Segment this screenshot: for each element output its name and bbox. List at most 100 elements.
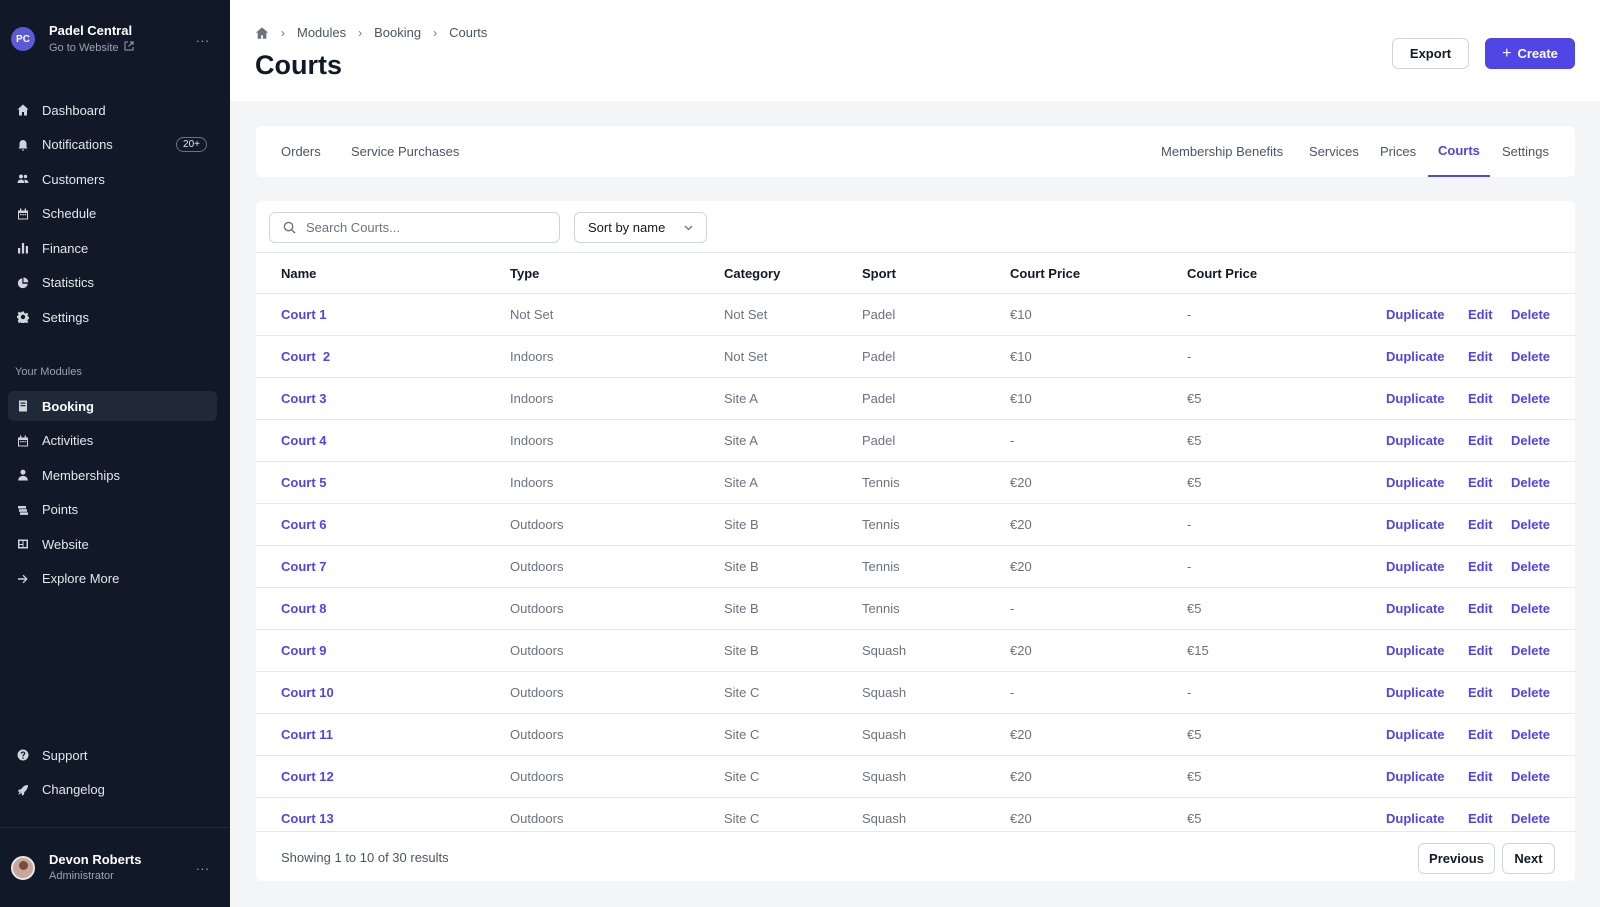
court-name-link[interactable]: Court 6 (281, 517, 327, 532)
edit-button[interactable]: Edit (1468, 685, 1493, 700)
edit-button[interactable]: Edit (1468, 475, 1493, 490)
tab-prices[interactable]: Prices (1380, 126, 1416, 177)
go-to-website-link[interactable]: Go to Website (49, 41, 134, 54)
delete-button[interactable]: Delete (1511, 349, 1550, 364)
delete-button[interactable]: Delete (1511, 391, 1550, 406)
delete-button[interactable]: Delete (1511, 307, 1550, 322)
court-name-link[interactable]: Court 3 (281, 391, 327, 406)
duplicate-button[interactable]: Duplicate (1386, 349, 1445, 364)
delete-button[interactable]: Delete (1511, 727, 1550, 742)
user-profile[interactable]: Devon Roberts Administrator ... (0, 827, 230, 907)
edit-button[interactable]: Edit (1468, 811, 1493, 826)
delete-button[interactable]: Delete (1511, 769, 1550, 784)
court-name-link[interactable]: Court 10 (281, 685, 334, 700)
court-name-link[interactable]: Court 9 (281, 643, 327, 658)
court-name-link[interactable]: Court 12 (281, 769, 334, 784)
export-button[interactable]: Export (1392, 38, 1469, 69)
tab-orders[interactable]: Orders (281, 126, 321, 177)
sidebar-item-points[interactable]: Points (8, 495, 217, 525)
tab-membership-benefits[interactable]: Membership Benefits (1161, 126, 1283, 177)
court-name-link[interactable]: Court 5 (281, 475, 327, 490)
tab-settings[interactable]: Settings (1502, 126, 1549, 177)
duplicate-button[interactable]: Duplicate (1386, 727, 1445, 742)
court-name-link[interactable]: Court 7 (281, 559, 327, 574)
duplicate-button[interactable]: Duplicate (1386, 559, 1445, 574)
court-name-link[interactable]: Court 2 (281, 349, 330, 364)
next-button[interactable]: Next (1502, 843, 1555, 874)
sort-select[interactable]: Sort by name (574, 212, 707, 243)
sidebar-item-memberships[interactable]: Memberships (8, 460, 217, 490)
breadcrumb-courts[interactable]: Courts (449, 25, 487, 40)
delete-button[interactable]: Delete (1511, 601, 1550, 616)
column-header-type[interactable]: Type (510, 266, 539, 281)
duplicate-button[interactable]: Duplicate (1386, 517, 1445, 532)
edit-button[interactable]: Edit (1468, 727, 1493, 742)
go-to-website-label: Go to Website (49, 41, 119, 54)
sidebar-item-finance[interactable]: Finance (8, 233, 217, 263)
edit-button[interactable]: Edit (1468, 307, 1493, 322)
column-header-court-price-2[interactable]: Court Price (1187, 266, 1257, 281)
court-name-link[interactable]: Court 13 (281, 811, 334, 826)
court-name-link[interactable]: Court 1 (281, 307, 327, 322)
duplicate-button[interactable]: Duplicate (1386, 433, 1445, 448)
duplicate-button[interactable]: Duplicate (1386, 307, 1445, 322)
user-menu-button[interactable]: ... (196, 858, 210, 873)
edit-button[interactable]: Edit (1468, 601, 1493, 616)
column-header-sport[interactable]: Sport (862, 266, 896, 281)
breadcrumb-modules[interactable]: Modules (297, 25, 346, 40)
column-header-category[interactable]: Category (724, 266, 780, 281)
breadcrumb-booking[interactable]: Booking (374, 25, 421, 40)
court-name-link[interactable]: Court 8 (281, 601, 327, 616)
duplicate-button[interactable]: Duplicate (1386, 643, 1445, 658)
duplicate-button[interactable]: Duplicate (1386, 601, 1445, 616)
tab-services[interactable]: Services (1309, 126, 1359, 177)
org-switcher[interactable]: PC Padel Central Go to Website ... (0, 0, 230, 78)
sidebar-item-changelog[interactable]: Changelog (8, 775, 217, 805)
sidebar-item-website[interactable]: Website (8, 529, 217, 559)
sidebar-item-support[interactable]: Support (8, 740, 217, 770)
court-name-link[interactable]: Court 11 (281, 727, 333, 742)
org-menu-button[interactable]: ... (196, 30, 210, 45)
sidebar-item-settings[interactable]: Settings (8, 302, 217, 332)
plus-icon: + (1502, 44, 1512, 62)
duplicate-button[interactable]: Duplicate (1386, 769, 1445, 784)
delete-button[interactable]: Delete (1511, 517, 1550, 532)
search-box[interactable] (269, 212, 560, 243)
edit-button[interactable]: Edit (1468, 559, 1493, 574)
sidebar-item-notifications[interactable]: Notifications 20+ (8, 130, 217, 160)
previous-button[interactable]: Previous (1418, 843, 1495, 874)
sidebar-item-customers[interactable]: Customers (8, 164, 217, 194)
delete-button[interactable]: Delete (1511, 433, 1550, 448)
edit-button[interactable]: Edit (1468, 433, 1493, 448)
column-header-court-price[interactable]: Court Price (1010, 266, 1080, 281)
delete-button[interactable]: Delete (1511, 811, 1550, 826)
edit-button[interactable]: Edit (1468, 769, 1493, 784)
duplicate-button[interactable]: Duplicate (1386, 685, 1445, 700)
duplicate-button[interactable]: Duplicate (1386, 391, 1445, 406)
edit-button[interactable]: Edit (1468, 517, 1493, 532)
home-icon[interactable] (255, 26, 269, 40)
sidebar-item-dashboard[interactable]: Dashboard (8, 95, 217, 125)
sidebar-item-activities[interactable]: Activities (8, 426, 217, 456)
sidebar-item-schedule[interactable]: Schedule (8, 199, 217, 229)
duplicate-button[interactable]: Duplicate (1386, 475, 1445, 490)
edit-button[interactable]: Edit (1468, 391, 1493, 406)
sidebar-item-explore-more[interactable]: Explore More (8, 564, 217, 594)
delete-button[interactable]: Delete (1511, 559, 1550, 574)
sidebar-item-statistics[interactable]: Statistics (8, 268, 217, 298)
tab-courts[interactable]: Courts (1428, 126, 1490, 177)
court-name-link[interactable]: Court 4 (281, 433, 327, 448)
cell-court-price-2: €5 (1187, 727, 1202, 742)
duplicate-button[interactable]: Duplicate (1386, 811, 1445, 826)
tab-service-purchases[interactable]: Service Purchases (351, 126, 459, 177)
edit-button[interactable]: Edit (1468, 643, 1493, 658)
sidebar-item-booking[interactable]: Booking (8, 391, 217, 421)
create-button[interactable]: + Create (1485, 38, 1575, 69)
edit-button[interactable]: Edit (1468, 349, 1493, 364)
search-input[interactable] (306, 220, 546, 235)
delete-button[interactable]: Delete (1511, 475, 1550, 490)
column-header-name[interactable]: Name (281, 266, 316, 281)
delete-button[interactable]: Delete (1511, 643, 1550, 658)
delete-button[interactable]: Delete (1511, 685, 1550, 700)
chevron-right-icon: › (358, 25, 363, 40)
